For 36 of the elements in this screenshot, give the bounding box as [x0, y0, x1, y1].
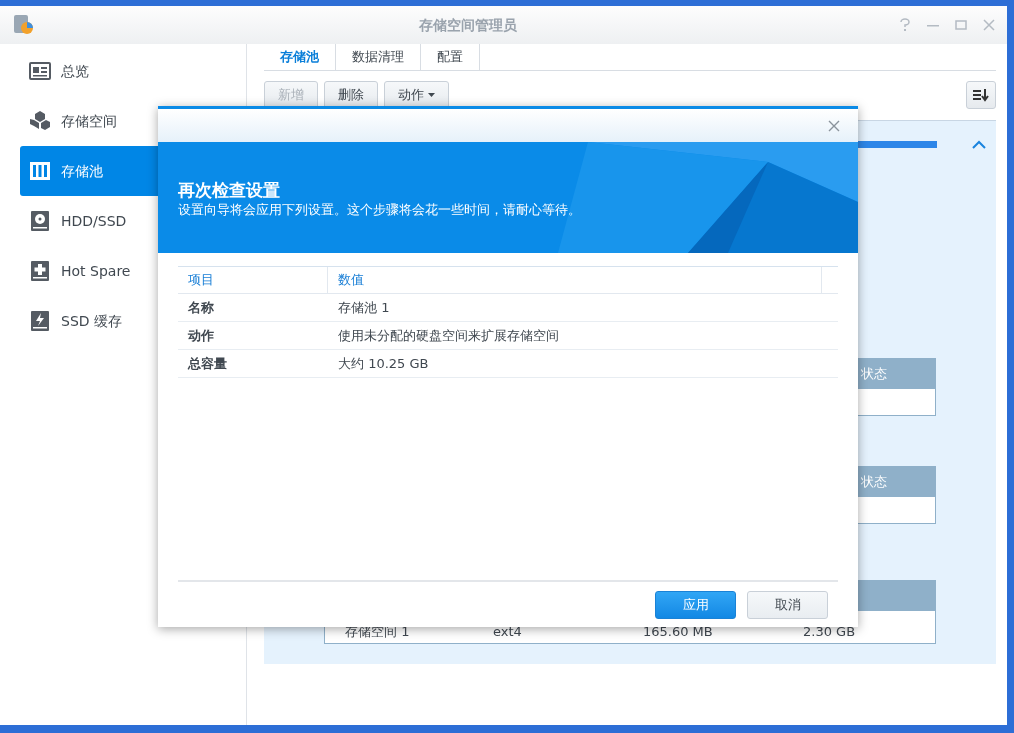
table-cell-text: 使用未分配的硬盘空间来扩展存储空间 [337, 326, 560, 345]
column-header: 数值 [328, 267, 822, 293]
sort-button[interactable] [966, 81, 996, 109]
cubes-icon [29, 110, 51, 132]
table-cell-text: 动作 [187, 326, 215, 345]
id-card-icon [29, 60, 51, 82]
maximize-icon[interactable] [955, 18, 967, 32]
collapse-icon[interactable] [972, 140, 986, 149]
table-cell-text: 名称 [187, 298, 215, 317]
table-cell-text: ext4 [493, 622, 523, 641]
window-title: 存储空间管理员 [417, 15, 518, 35]
sort-icon [973, 88, 989, 102]
table-cell-text: 165.60 MB [643, 622, 714, 641]
column-header: 状态 [861, 473, 887, 492]
toolbar-button[interactable]: 动作 [384, 81, 449, 109]
bolt-drive-icon [29, 310, 51, 332]
plus-drive-icon [29, 260, 51, 282]
sidebar-item[interactable]: 总览 [20, 46, 246, 96]
tab[interactable]: 配置 [421, 44, 480, 70]
help-icon[interactable] [899, 18, 911, 32]
table-cell-text: 存储池 1 [337, 298, 391, 317]
drive-bays-icon [29, 160, 51, 182]
close-icon[interactable] [828, 119, 840, 132]
wizard-subtitle: 设置向导将会应用下列设置。这个步骤将会花一些时间，请耐心等待。 [178, 201, 582, 219]
column-header: 项目 [178, 267, 328, 293]
dialog-button[interactable]: 取消 [747, 590, 828, 619]
table-cell-text: 2.30 GB [803, 622, 857, 641]
toolbar-button[interactable]: 删除 [324, 81, 378, 109]
table-cell-text: 大约 10.25 GB [337, 354, 430, 373]
app-logo-icon [12, 13, 36, 37]
close-icon[interactable] [983, 18, 995, 32]
column-header: 状态 [861, 365, 887, 384]
sidebar-item[interactable]: 存储空间 [20, 96, 246, 146]
tab[interactable]: 存储池 [264, 44, 336, 70]
tab[interactable]: 数据清理 [336, 44, 421, 70]
table-cell-text: 总容量 [186, 354, 228, 373]
